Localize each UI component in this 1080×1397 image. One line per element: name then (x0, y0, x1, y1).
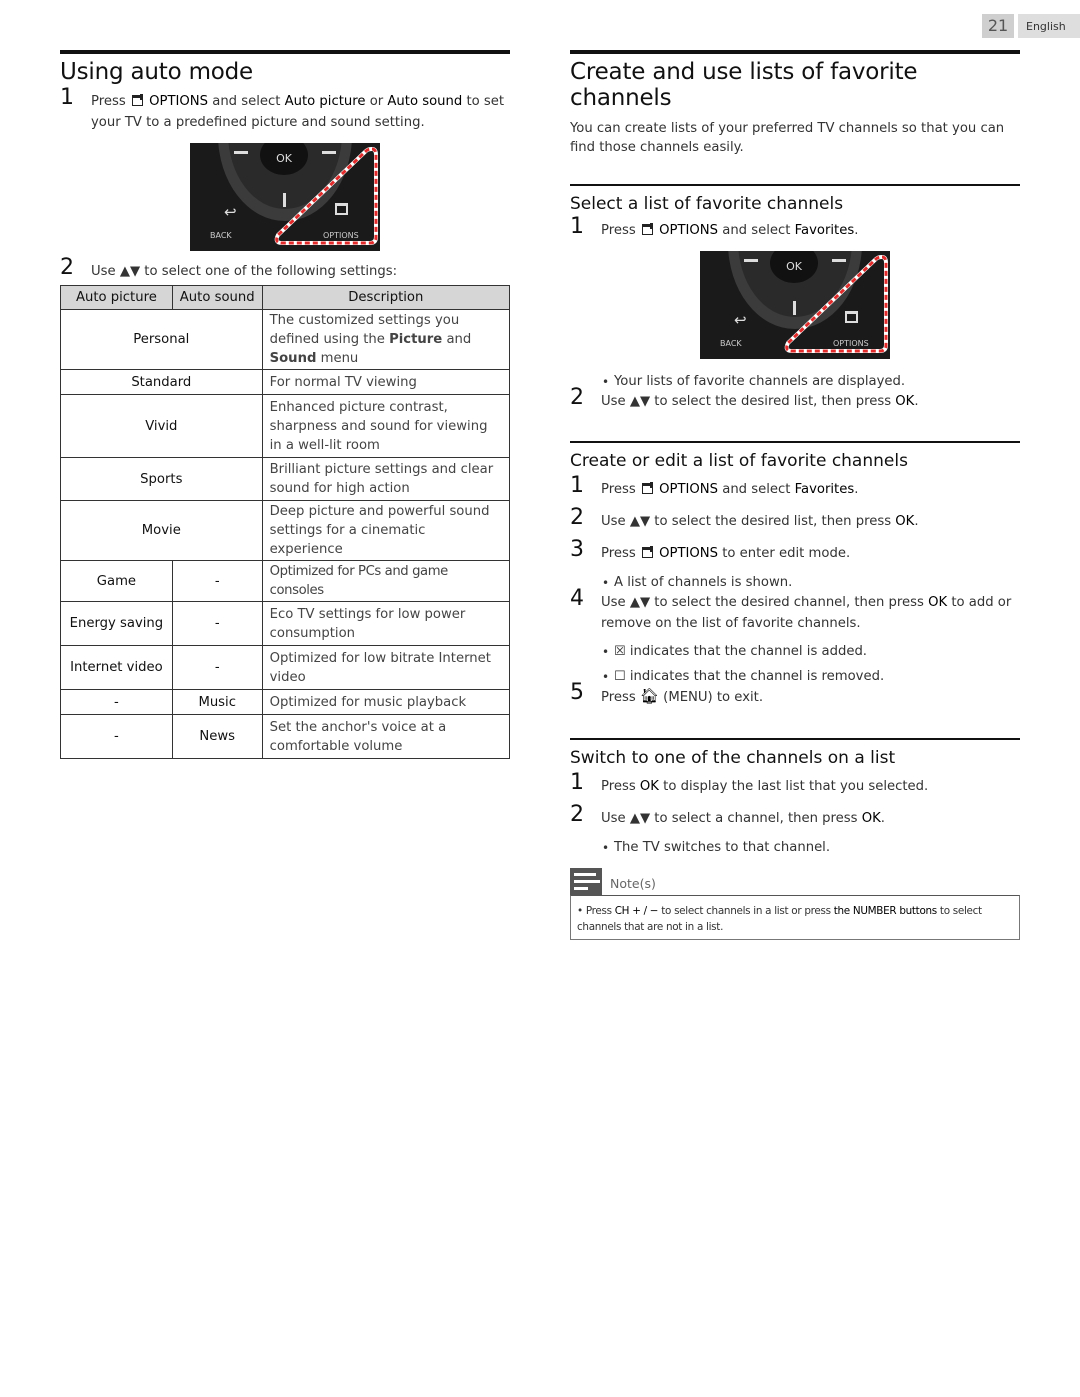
subsection-title-switch: Switch to one of the channels on a list (570, 748, 896, 768)
subsection-title-select: Select a list of favorite channels (570, 194, 844, 214)
table-row: Personal The customized settings you def… (60, 309, 511, 370)
section-rule (60, 50, 510, 54)
remote-image: OK ↩ BACK OPTIONS (190, 143, 380, 251)
checked-box-icon: ☒ (614, 644, 626, 659)
switch-step-1: 1 Press OK to display the last list that… (570, 770, 929, 795)
section-title: Using auto mode (60, 59, 253, 85)
table-row: - News Set the anchor's voice at a comfo… (60, 714, 511, 759)
table-row: Standard For normal TV viewing (60, 369, 511, 395)
options-icon (641, 223, 653, 235)
step-1: 1 Press OPTIONS and select Auto picture … (60, 85, 505, 131)
table-row: Energy saving - Eco TV settings for low … (60, 601, 511, 646)
create-step-5: 5 Press 🏠︎ (MENU) to exit. (570, 680, 764, 706)
language-tab[interactable]: English (1018, 14, 1080, 38)
page-number: 21 (982, 14, 1014, 38)
step-2: 2 Use ▲▼ to select one of the following … (60, 255, 398, 280)
notes-icon (570, 868, 602, 895)
table-row: Vivid Enhanced picture contrast, sharpne… (60, 394, 511, 458)
section-rule (570, 50, 1020, 54)
options-icon (641, 546, 653, 558)
subsection-rule (570, 738, 1020, 740)
options-icon (131, 94, 143, 106)
table-row: - Music Optimized for music playback (60, 689, 511, 715)
table-row: Movie Deep picture and powerful sound se… (60, 500, 511, 561)
switch-step-2: 2 Use ▲▼ to select a channel, then press… (570, 802, 885, 827)
col-description: Description (261, 285, 511, 310)
create-step-1: 1 Press OPTIONS and select Favorites. (570, 473, 859, 498)
favorites-section: Create and use lists of favorite channel… (570, 50, 1020, 940)
empty-box-icon: ☐ (614, 669, 626, 684)
create-step-3: 3 Press OPTIONS to enter edit mode. (570, 537, 851, 562)
auto-mode-section: Using auto mode 1 Press OPTIONS and sele… (60, 50, 511, 759)
notes-header: Note(s) (570, 868, 1020, 895)
bullet-item: • ☒ indicates that the channel is added. (602, 644, 868, 659)
intro-text: You can create lists of your preferred T… (570, 121, 1005, 155)
col-auto-picture: Auto picture (60, 285, 173, 310)
subsection-title-create: Create or edit a list of favorite channe… (570, 451, 908, 471)
notes-box: • Press CH + / − to select channels in a… (570, 895, 1020, 940)
bullet-item: • The TV switches to that channel. (602, 840, 831, 855)
remote-image: OK ↩ BACK OPTIONS (700, 251, 890, 359)
create-step-4: 4 Use ▲▼ to select the desired channel, … (570, 586, 1012, 632)
table-row: Game - Optimized for PCs and game consol… (60, 560, 511, 602)
options-icon (641, 482, 653, 494)
bullet-item: • A list of channels is shown. (602, 575, 793, 590)
table-row: Sports Brilliant picture settings and cl… (60, 457, 511, 501)
bullet-item: • Your lists of favorite channels are dis… (602, 374, 906, 389)
table-row: Internet video - Optimized for low bitra… (60, 645, 511, 690)
select-step-1: 1 Press OPTIONS and select Favorites. (570, 214, 859, 239)
bullet-item: • ☐ indicates that the channel is removed… (602, 669, 885, 684)
options-highlight (784, 254, 888, 353)
section-title: Create and use lists of favorite channel… (570, 59, 918, 111)
select-step-2: 2 Use ▲▼ to select the desired list, the… (570, 385, 919, 410)
table-header-row: Auto picture Auto sound Description (60, 285, 511, 310)
home-icon: 🏠︎ (639, 687, 659, 705)
create-step-2: 2 Use ▲▼ to select the desired list, the… (570, 505, 919, 530)
subsection-rule (570, 184, 1020, 186)
subsection-rule (570, 441, 1020, 443)
settings-table: Auto picture Auto sound Description Pers… (60, 285, 511, 759)
options-highlight (274, 146, 378, 245)
col-auto-sound: Auto sound (171, 285, 263, 310)
